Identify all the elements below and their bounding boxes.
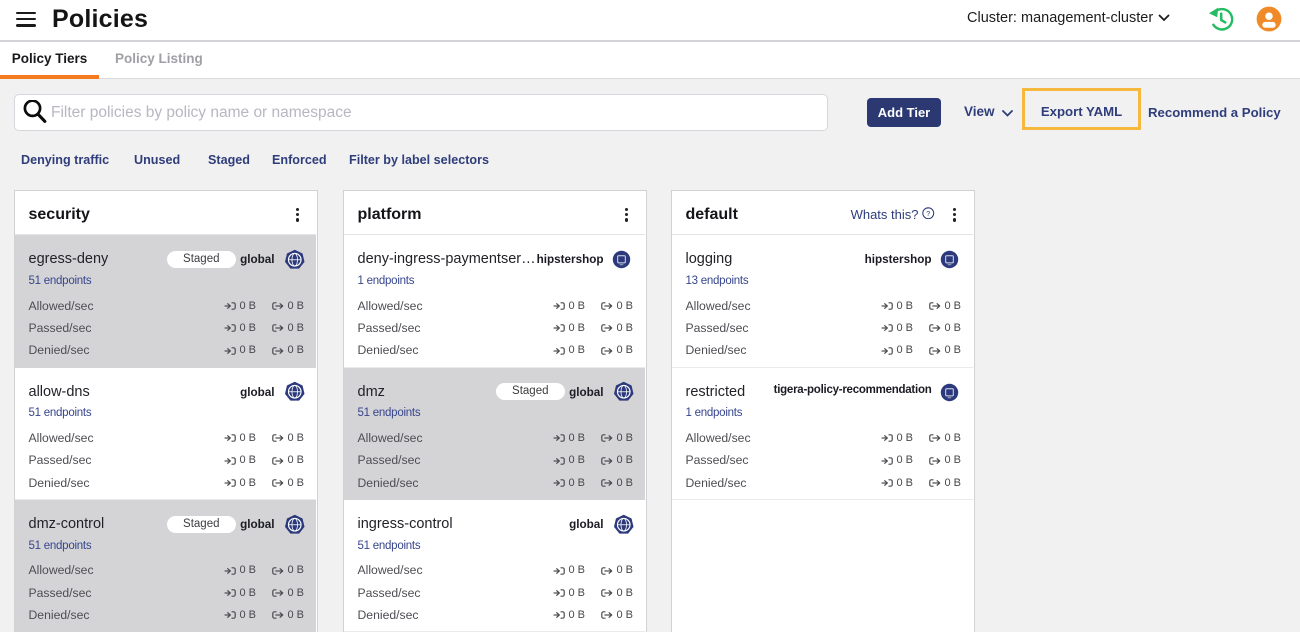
svg-text:?: ? — [926, 209, 930, 218]
